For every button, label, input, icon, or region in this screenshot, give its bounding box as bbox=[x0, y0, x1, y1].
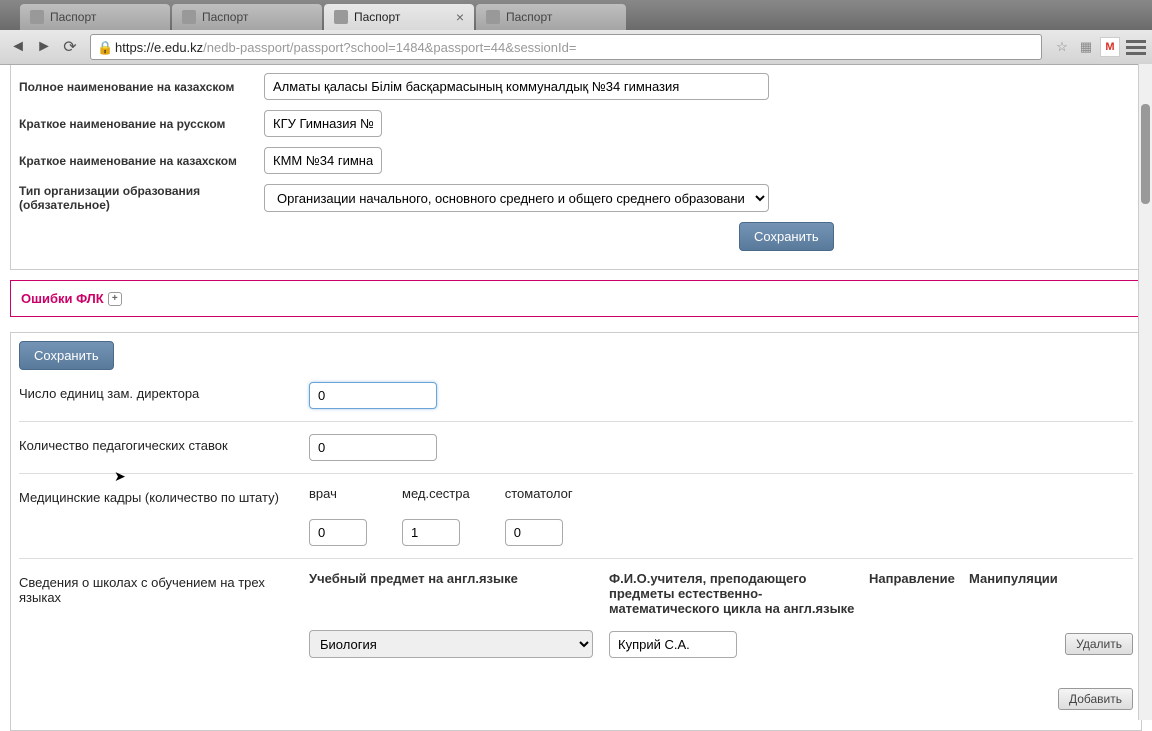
nurse-label: мед.сестра bbox=[402, 486, 470, 501]
doctor-input[interactable] bbox=[309, 519, 367, 546]
lock-icon: 🔒 bbox=[97, 40, 111, 54]
gmail-icon[interactable]: M bbox=[1100, 37, 1120, 57]
th-direction: Направление bbox=[869, 571, 969, 616]
deputy-units-input[interactable] bbox=[309, 382, 437, 409]
errors-title: Ошибки ФЛК bbox=[21, 291, 104, 306]
page-icon bbox=[334, 10, 348, 24]
tab-title: Паспорт bbox=[506, 10, 552, 24]
close-icon[interactable]: × bbox=[456, 9, 464, 25]
forward-button[interactable]: ► bbox=[32, 35, 56, 59]
short-name-ru-input[interactable] bbox=[264, 110, 382, 137]
ped-stakes-label: Количество педагогических ставок bbox=[19, 434, 309, 461]
hamburger-menu-icon[interactable] bbox=[1126, 37, 1146, 57]
back-button[interactable]: ◄ bbox=[6, 35, 30, 59]
short-name-kz-input[interactable] bbox=[264, 147, 382, 174]
med-staff-label: Медицинские кадры (количество по штату) bbox=[19, 486, 309, 546]
reload-button[interactable]: ⟳ bbox=[58, 35, 82, 59]
teacher-input[interactable] bbox=[609, 631, 737, 658]
toolbar: ◄ ► ⟳ 🔒 https://e.edu.kz /nedb-passport/… bbox=[0, 30, 1152, 64]
full-name-kz-label: Полное наименование на казахском bbox=[19, 80, 264, 94]
browser-tab[interactable]: Паспорт bbox=[476, 4, 626, 30]
url-path: /nedb-passport/passport?school=1484&pass… bbox=[203, 40, 576, 55]
th-manipulation: Манипуляции bbox=[969, 571, 1069, 616]
nurse-input[interactable] bbox=[402, 519, 460, 546]
browser-tab[interactable]: Паспорт bbox=[172, 4, 322, 30]
page-icon bbox=[30, 10, 44, 24]
dentist-input[interactable] bbox=[505, 519, 563, 546]
bookmark-icon[interactable]: ☆ bbox=[1052, 37, 1072, 57]
save-button[interactable]: Сохранить bbox=[739, 222, 834, 251]
tab-title: Паспорт bbox=[354, 10, 400, 24]
add-button[interactable]: Добавить bbox=[1058, 688, 1133, 710]
page-icon bbox=[182, 10, 196, 24]
page-icon bbox=[486, 10, 500, 24]
data-section: Сохранить Число единиц зам. директора Ко… bbox=[10, 332, 1142, 731]
short-name-kz-label: Краткое наименование на казахском bbox=[19, 154, 264, 168]
browser-tab[interactable]: Паспорт bbox=[20, 4, 170, 30]
org-type-select[interactable]: Организации начального, основного средне… bbox=[264, 184, 769, 212]
tab-title: Паспорт bbox=[50, 10, 96, 24]
th-teacher: Ф.И.О.учителя, преподающего предметы ест… bbox=[609, 571, 869, 616]
dentist-label: стоматолог bbox=[505, 486, 573, 501]
expand-icon[interactable]: + bbox=[108, 292, 122, 306]
vertical-scrollbar[interactable] bbox=[1138, 64, 1152, 720]
subject-select[interactable]: Биология bbox=[309, 630, 593, 658]
extension-icon[interactable]: ▦ bbox=[1076, 37, 1096, 57]
full-name-kz-input[interactable] bbox=[264, 73, 769, 100]
doctor-label: врач bbox=[309, 486, 337, 501]
tab-title: Паспорт bbox=[202, 10, 248, 24]
ped-stakes-input[interactable] bbox=[309, 434, 437, 461]
short-name-ru-label: Краткое наименование на русском bbox=[19, 117, 264, 131]
tab-bar: Паспорт Паспорт Паспорт × Паспорт bbox=[0, 0, 1152, 30]
header-form-section: Полное наименование на казахском Краткое… bbox=[10, 65, 1142, 270]
url-bar[interactable]: 🔒 https://e.edu.kz /nedb-passport/passpo… bbox=[90, 34, 1042, 60]
delete-button[interactable]: Удалить bbox=[1065, 633, 1133, 655]
deputy-units-label: Число единиц зам. директора bbox=[19, 382, 309, 409]
save-button-2[interactable]: Сохранить bbox=[19, 341, 114, 370]
th-subject: Учебный предмет на англ.языке bbox=[309, 571, 609, 616]
org-type-label: Тип организации образования (обязательно… bbox=[19, 184, 264, 212]
trilang-label: Сведения о школах с обучением на трех яз… bbox=[19, 571, 309, 710]
errors-panel[interactable]: Ошибки ФЛК + bbox=[10, 280, 1142, 317]
url-host: https://e.edu.kz bbox=[115, 40, 203, 55]
scroll-thumb[interactable] bbox=[1141, 104, 1150, 204]
browser-tab-active[interactable]: Паспорт × bbox=[324, 4, 474, 30]
